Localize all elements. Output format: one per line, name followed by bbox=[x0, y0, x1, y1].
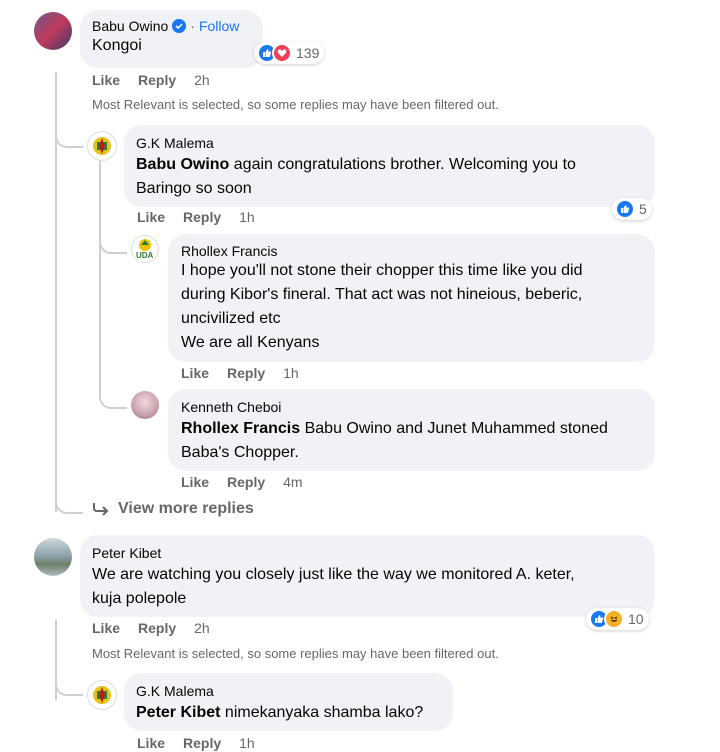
timestamp[interactable]: 1h bbox=[239, 209, 255, 225]
comment-author[interactable]: Kenneth Cheboi bbox=[181, 399, 642, 415]
mention-link[interactable]: Babu Owino bbox=[136, 156, 229, 173]
comment-actions: Like Reply 2h bbox=[92, 72, 210, 88]
comment-author[interactable]: Babu Owino bbox=[92, 18, 168, 34]
comment-actions: Like Reply 4m bbox=[181, 474, 303, 490]
avatar[interactable] bbox=[131, 391, 159, 419]
timestamp[interactable]: 1h bbox=[283, 365, 299, 381]
reaction-summary[interactable]: 5 bbox=[612, 198, 652, 220]
reaction-summary[interactable]: 10 bbox=[586, 608, 649, 630]
like-reaction-icon bbox=[615, 199, 635, 219]
comment-text: I hope you'll not stone their chopper th… bbox=[181, 262, 583, 279]
reply-button[interactable]: Reply bbox=[183, 735, 221, 751]
comment-actions: Like Reply 1h bbox=[181, 365, 299, 381]
thread-curve bbox=[55, 480, 83, 514]
comment-bubble: Rhollex Francis I hope you'll not stone … bbox=[168, 234, 655, 362]
comment-text: We are all Kenyans bbox=[181, 334, 320, 351]
comment-bubble: G.K Malema Peter Kibet nimekanyaka shamb… bbox=[124, 673, 453, 731]
filter-notice: Most Relevant is selected, so some repli… bbox=[92, 646, 499, 661]
avatar[interactable] bbox=[34, 12, 72, 50]
reply-button[interactable]: Reply bbox=[138, 72, 176, 88]
comment-text: Baringo so soon bbox=[136, 180, 252, 197]
like-button[interactable]: Like bbox=[92, 72, 120, 88]
comment-actions: Like Reply 2h bbox=[92, 620, 210, 636]
comment-actions: Like Reply 1h bbox=[137, 209, 255, 225]
reply-button[interactable]: Reply bbox=[227, 365, 265, 381]
comment-bubble: Peter Kibet We are watching you closely … bbox=[80, 535, 655, 617]
avatar[interactable] bbox=[34, 538, 72, 576]
comment-text: Kongoi bbox=[92, 37, 142, 54]
comment-actions: Like Reply 1h bbox=[137, 735, 255, 751]
comment-text: kuja polepole bbox=[92, 590, 187, 607]
thread-line bbox=[99, 160, 101, 390]
reaction-count: 10 bbox=[628, 611, 644, 627]
like-button[interactable]: Like bbox=[181, 474, 209, 490]
reply-button[interactable]: Reply bbox=[183, 209, 221, 225]
like-button[interactable]: Like bbox=[181, 365, 209, 381]
separator-dot: · bbox=[190, 18, 195, 34]
thread-curve bbox=[99, 220, 127, 254]
comment-text: again congratulations brother. Welcoming… bbox=[229, 156, 576, 173]
comment-bubble: Kenneth Cheboi Rhollex Francis Babu Owin… bbox=[168, 389, 655, 471]
reaction-count: 139 bbox=[296, 45, 320, 61]
timestamp[interactable]: 2h bbox=[194, 620, 210, 636]
like-button[interactable]: Like bbox=[137, 735, 165, 751]
crest-icon bbox=[93, 686, 111, 704]
avatar[interactable] bbox=[87, 131, 117, 161]
avatar[interactable]: UDA bbox=[131, 235, 159, 263]
thread-curve bbox=[55, 660, 83, 696]
view-more-replies-button[interactable]: View more replies bbox=[92, 500, 254, 518]
comment-author[interactable]: G.K Malema bbox=[136, 683, 441, 699]
reaction-summary[interactable]: 139 bbox=[254, 42, 325, 64]
haha-reaction-icon bbox=[604, 609, 624, 629]
timestamp[interactable]: 4m bbox=[283, 474, 302, 490]
comment-bubble: Babu Owino · Follow Kongoi bbox=[80, 10, 263, 68]
comment-text: We are watching you closely just like th… bbox=[92, 566, 575, 583]
comment-author[interactable]: G.K Malema bbox=[136, 135, 643, 151]
comment-text: Baba's Chopper. bbox=[181, 444, 299, 461]
avatar[interactable] bbox=[87, 680, 117, 710]
comment-author[interactable]: Peter Kibet bbox=[92, 545, 643, 561]
thread-curve bbox=[99, 375, 127, 409]
mention-link[interactable]: Peter Kibet bbox=[136, 704, 220, 721]
reply-button[interactable]: Reply bbox=[138, 620, 176, 636]
comment-text: uncivilized etc bbox=[181, 310, 281, 327]
comment-text: during Kibor's fineral. That act was not… bbox=[181, 286, 583, 303]
like-button[interactable]: Like bbox=[92, 620, 120, 636]
comment-text: nimekanyaka shamba lako? bbox=[220, 704, 424, 721]
comment-text: Babu Owino and Junet Muhammed stoned bbox=[300, 420, 608, 437]
thread-curve bbox=[55, 110, 83, 148]
view-more-label: View more replies bbox=[118, 500, 254, 517]
comment-author[interactable]: Rhollex Francis bbox=[181, 243, 642, 259]
love-reaction-icon bbox=[272, 43, 292, 63]
verified-badge-icon bbox=[172, 19, 187, 33]
filter-notice: Most Relevant is selected, so some repli… bbox=[92, 97, 499, 112]
crest-icon bbox=[93, 137, 111, 155]
reply-button[interactable]: Reply bbox=[227, 474, 265, 490]
follow-button[interactable]: Follow bbox=[199, 18, 239, 34]
comment-bubble: G.K Malema Babu Owino again congratulati… bbox=[124, 125, 655, 207]
timestamp[interactable]: 2h bbox=[194, 72, 210, 88]
reaction-count: 5 bbox=[639, 201, 647, 217]
reply-arrow-icon bbox=[92, 502, 110, 516]
timestamp[interactable]: 1h bbox=[239, 735, 255, 751]
like-button[interactable]: Like bbox=[137, 209, 165, 225]
avatar-label: UDA bbox=[136, 251, 154, 260]
mention-link[interactable]: Rhollex Francis bbox=[181, 420, 300, 437]
